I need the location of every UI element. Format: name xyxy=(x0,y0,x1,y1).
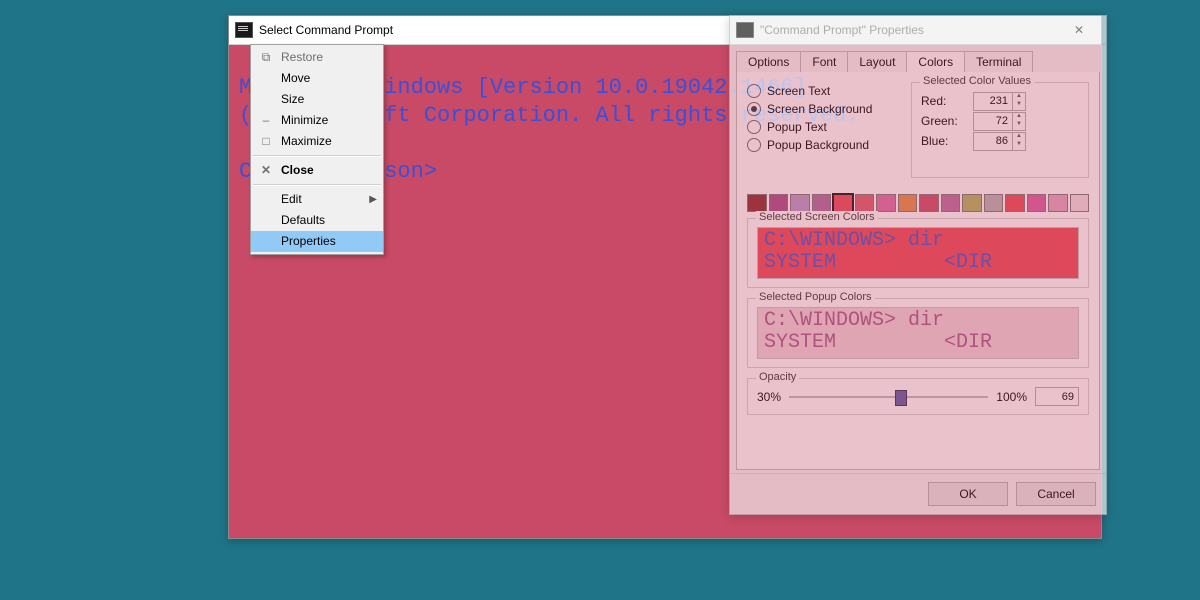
menu-item-label: Edit xyxy=(281,192,302,206)
selected-popup-colors-group: Selected Popup Colors C:\WINDOWS> dir SY… xyxy=(747,298,1089,368)
palette-swatch-0[interactable] xyxy=(747,194,767,212)
group-legend: Opacity xyxy=(756,371,799,383)
opacity-group: Opacity 30% 100% 69 xyxy=(747,378,1089,415)
selected-color-values-group: Selected Color Values Red:231▲▼ Green:72… xyxy=(911,82,1089,178)
cmd-title: Select Command Prompt xyxy=(259,23,393,37)
menu-item-label: Close xyxy=(281,163,314,177)
palette-swatch-3[interactable] xyxy=(812,194,832,212)
restore-glyph-icon: ⧉ xyxy=(257,47,275,68)
palette-swatch-2[interactable] xyxy=(790,194,810,212)
opacity-max-label: 100% xyxy=(996,390,1027,404)
tab-colors[interactable]: Colors xyxy=(906,51,965,72)
palette-swatch-8[interactable] xyxy=(919,194,939,212)
palette-swatch-13[interactable] xyxy=(1027,194,1047,212)
radio-dot-icon xyxy=(747,138,761,152)
group-legend: Selected Screen Colors xyxy=(756,211,878,223)
props-title: "Command Prompt" Properties xyxy=(760,23,1058,37)
menu-item-maximize[interactable]: □ Maximize xyxy=(251,131,383,152)
opacity-min-label: 30% xyxy=(757,390,781,404)
radio-screen-text[interactable]: Screen Text xyxy=(747,82,901,100)
green-label: Green: xyxy=(921,114,967,128)
colors-panel: Screen Text Screen Background Popup Text Po… xyxy=(736,72,1100,470)
radio-dot-icon xyxy=(747,120,761,134)
props-footer: OK Cancel xyxy=(730,473,1106,514)
palette-swatch-1[interactable] xyxy=(769,194,789,212)
red-spinner[interactable]: 231▲▼ xyxy=(973,92,1026,111)
palette-swatch-11[interactable] xyxy=(984,194,1004,212)
menu-item-label: Restore xyxy=(281,50,323,64)
menu-item-label: Size xyxy=(281,92,304,106)
menu-item-size[interactable]: Size xyxy=(251,89,383,110)
color-palette xyxy=(747,194,1089,212)
palette-swatch-5[interactable] xyxy=(855,194,875,212)
menu-item-label: Minimize xyxy=(281,113,328,127)
radio-label: Popup Background xyxy=(767,138,869,152)
color-target-radios: Screen Text Screen Background Popup Text Po… xyxy=(747,82,901,188)
radio-screen-background[interactable]: Screen Background xyxy=(747,100,901,118)
tab-terminal[interactable]: Terminal xyxy=(964,51,1033,72)
menu-item-restore: ⧉ Restore xyxy=(251,47,383,68)
menu-item-close[interactable]: ✕ Close xyxy=(251,160,383,181)
palette-swatch-10[interactable] xyxy=(962,194,982,212)
submenu-arrow-icon: ▶ xyxy=(369,189,377,210)
selected-screen-colors-group: Selected Screen Colors C:\WINDOWS> dir S… xyxy=(747,218,1089,288)
radio-label: Screen Text xyxy=(767,84,830,98)
palette-swatch-6[interactable] xyxy=(876,194,896,212)
radio-popup-text[interactable]: Popup Text xyxy=(747,118,901,136)
menu-item-defaults[interactable]: Defaults xyxy=(251,210,383,231)
red-label: Red: xyxy=(921,94,967,108)
close-icon[interactable]: ✕ xyxy=(1058,16,1100,44)
cmd-icon xyxy=(736,22,754,38)
palette-swatch-15[interactable] xyxy=(1070,194,1090,212)
palette-swatch-12[interactable] xyxy=(1005,194,1025,212)
palette-swatch-4[interactable] xyxy=(833,194,853,212)
window-system-menu[interactable]: ⧉RestoreMoveSize–Minimize□Maximize✕Close… xyxy=(250,44,384,255)
screen-preview: C:\WINDOWS> dir SYSTEM <DIR xyxy=(757,227,1079,279)
menu-separator xyxy=(253,155,381,157)
menu-item-label: Move xyxy=(281,71,310,85)
opacity-value: 69 xyxy=(1035,387,1079,406)
radio-dot-icon xyxy=(747,84,761,98)
menu-item-edit[interactable]: Edit ▶ xyxy=(251,189,383,210)
minimize-glyph-icon: – xyxy=(257,110,275,131)
menu-item-move[interactable]: Move xyxy=(251,68,383,89)
blue-spinner[interactable]: 86▲▼ xyxy=(973,132,1026,151)
menu-item-minimize[interactable]: –Minimize xyxy=(251,110,383,131)
maximize-glyph-icon: □ xyxy=(257,131,275,152)
palette-swatch-9[interactable] xyxy=(941,194,961,212)
tab-font[interactable]: Font xyxy=(800,51,848,72)
menu-item-label: Maximize xyxy=(281,134,332,148)
tab-layout[interactable]: Layout xyxy=(847,51,907,72)
menu-separator xyxy=(253,184,381,186)
palette-swatch-14[interactable] xyxy=(1048,194,1068,212)
menu-item-label: Defaults xyxy=(281,213,325,227)
props-tabstrip: OptionsFontLayoutColorsTerminal xyxy=(736,50,1100,73)
radio-label: Screen Background xyxy=(767,102,872,116)
radio-label: Popup Text xyxy=(767,120,827,134)
cmd-properties-dialog[interactable]: "Command Prompt" Properties ✕ OptionsFon… xyxy=(729,15,1107,515)
props-titlebar[interactable]: "Command Prompt" Properties ✕ xyxy=(730,16,1106,45)
radio-dot-icon xyxy=(747,102,761,116)
menu-item-properties[interactable]: Properties xyxy=(251,231,383,252)
close-glyph-icon: ✕ xyxy=(257,160,275,181)
cancel-button[interactable]: Cancel xyxy=(1016,482,1096,506)
popup-preview: C:\WINDOWS> dir SYSTEM <DIR xyxy=(757,307,1079,359)
tab-options[interactable]: Options xyxy=(736,51,801,72)
blue-label: Blue: xyxy=(921,134,967,148)
ok-button[interactable]: OK xyxy=(928,482,1008,506)
menu-item-label: Properties xyxy=(281,234,336,248)
green-spinner[interactable]: 72▲▼ xyxy=(973,112,1026,131)
cmd-icon xyxy=(235,22,253,38)
palette-swatch-7[interactable] xyxy=(898,194,918,212)
group-legend: Selected Color Values xyxy=(920,75,1034,87)
group-legend: Selected Popup Colors xyxy=(756,291,875,303)
props-body: OptionsFontLayoutColorsTerminal Screen T… xyxy=(736,50,1100,470)
opacity-slider[interactable] xyxy=(789,388,988,406)
radio-popup-background[interactable]: Popup Background xyxy=(747,136,901,154)
